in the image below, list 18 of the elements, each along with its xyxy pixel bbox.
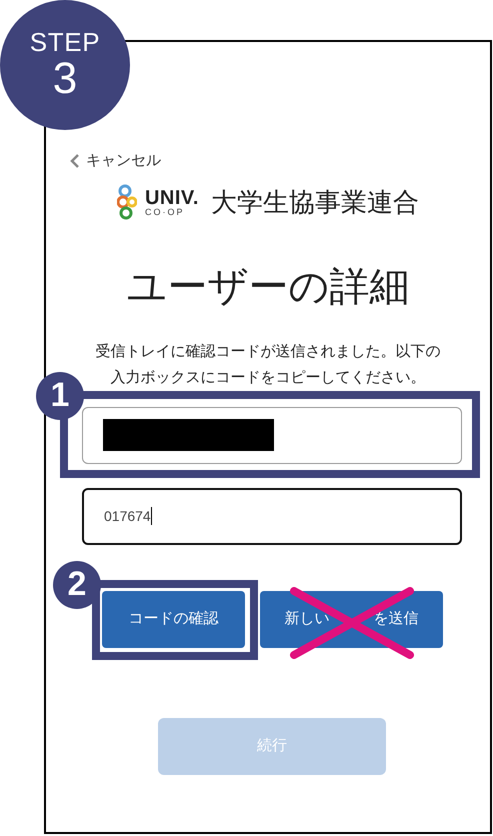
action-button[interactable]: コードの確認 — [102, 590, 245, 648]
step-number-badge: 2 — [53, 560, 101, 608]
logo-subtext: CO·OP — [144, 208, 184, 217]
step-number: 3 — [52, 56, 78, 102]
logo-wordmark: UNIV. — [144, 188, 199, 208]
instruction-text: 入力ボックスにコードをコピーしてください。 — [110, 368, 426, 388]
text-caret — [150, 507, 152, 525]
code-value: 017674 — [104, 506, 152, 526]
input-field[interactable] — [82, 406, 462, 464]
logo-mark-icon — [116, 182, 137, 222]
step-label: STEP — [30, 28, 100, 56]
chevron-left-icon — [70, 154, 80, 168]
input-field[interactable]: 017674 — [82, 488, 462, 544]
step-number-badge: 1 — [36, 372, 84, 420]
organization-name: 大学生協事業連合 — [211, 186, 419, 219]
page-title: ユーザーの詳細 — [126, 264, 410, 310]
cancel-link[interactable]: キャンセル — [70, 150, 161, 172]
instruction-text: 受信トレイに確認コードが送信されました。以下の — [96, 342, 440, 362]
